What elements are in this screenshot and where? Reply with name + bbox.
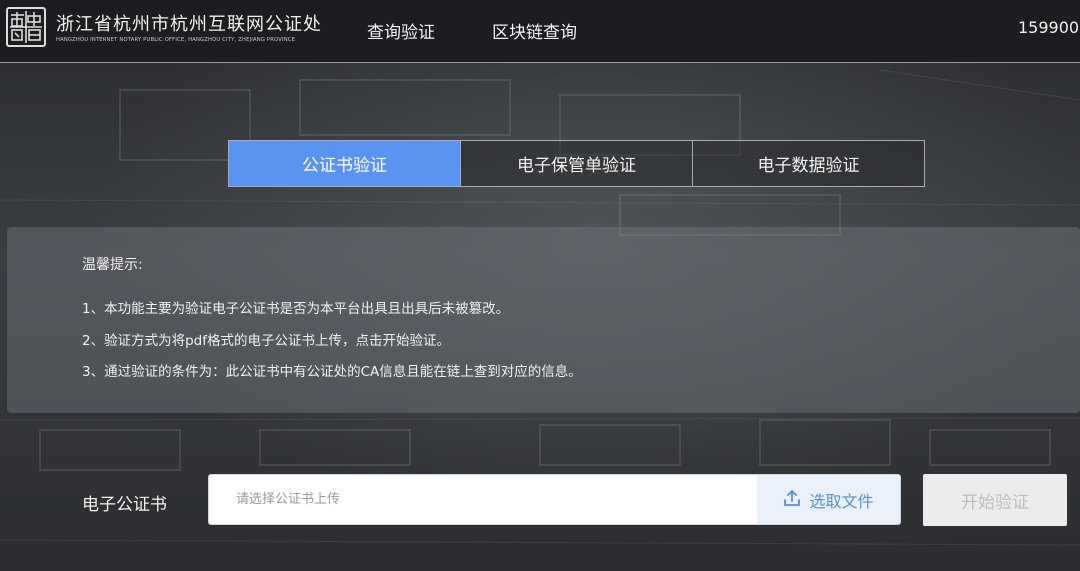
notice-line-3: 3、通过验证的条件为：此公证书中有公证处的CA信息且能在链上查到对应的信息。	[82, 364, 582, 380]
org-subtitle: HANGZHOU INTERNET NOTARY PUBLIC OFFICE, …	[56, 37, 296, 43]
org-title: 浙江省杭州市杭州互联网公证处	[56, 14, 322, 35]
notary-seal-icon	[6, 7, 46, 47]
top-header: 浙江省杭州市杭州互联网公证处 HANGZHOU INTERNET NOTARY …	[0, 0, 1080, 63]
certificate-upload-box: 选取文件	[208, 474, 901, 525]
verify-tabs: 公证书验证 电子保管单验证 电子数据验证	[228, 140, 925, 187]
tab-notarial-certificate[interactable]: 公证书验证	[229, 141, 461, 186]
tab-e-custody-receipt[interactable]: 电子保管单验证	[461, 141, 693, 186]
notice-panel: 温馨提示: 1、本功能主要为验证电子公证书是否为本平台出具且出具后未被篡改。 2…	[7, 227, 1080, 413]
upload-icon	[783, 489, 801, 511]
pick-file-button[interactable]: 选取文件	[757, 475, 900, 524]
start-verify-button[interactable]: 开始验证	[923, 474, 1067, 526]
nav-blockchain-query[interactable]: 区块链查询	[492, 18, 577, 43]
nav-query-verify[interactable]: 查询验证	[367, 18, 435, 43]
certificate-field-label: 电子公证书	[82, 495, 167, 515]
notice-line-1: 1、本功能主要为验证电子公证书是否为本平台出具且出具后未被篡改。	[82, 301, 510, 317]
notice-line-2: 2、验证方式为将pdf格式的电子公证书上传，点击开始验证。	[82, 333, 450, 349]
pick-file-label: 选取文件	[809, 491, 874, 511]
tab-e-data[interactable]: 电子数据验证	[693, 141, 924, 186]
user-id[interactable]: 1599005	[1018, 18, 1080, 37]
certificate-file-input[interactable]	[209, 475, 757, 524]
notice-title: 温馨提示:	[82, 257, 143, 273]
